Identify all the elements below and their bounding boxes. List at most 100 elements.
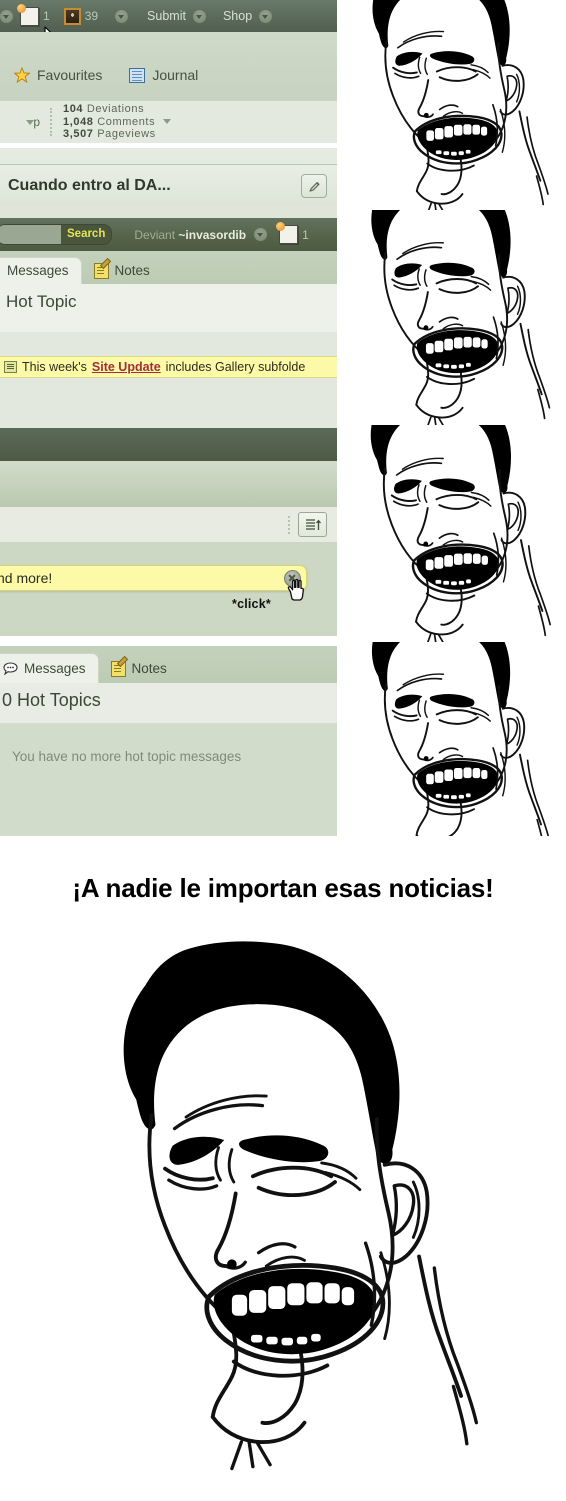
face-panel-column — [337, 0, 566, 836]
face-panel-1 — [337, 0, 566, 211]
search-box[interactable]: Search — [0, 224, 113, 245]
stat-deviations-label: Deviations — [86, 103, 145, 116]
tab-messages-bottom[interactable]: Messages — [0, 653, 99, 683]
chevron-down-icon-left[interactable] — [0, 9, 13, 23]
notes-count: 1 — [43, 9, 50, 23]
news-icon — [4, 361, 17, 373]
meme-image: 1 39 Submit Shop *click* — [0, 0, 566, 1501]
site-update-banner-strip: This week's Site Update includes Gallery… — [0, 356, 337, 378]
deviant-menu[interactable]: Deviant ~invasordib — [134, 228, 246, 242]
profile-stats-strip: p 104 Deviations 1,048 Comments 3,507 Pa… — [0, 100, 337, 148]
stat-comments: 1,048 Comments — [63, 116, 171, 129]
more-banner[interactable]: nd more! — [0, 565, 307, 591]
profile-nav: Favourites Journal — [0, 58, 337, 92]
chevron-down-icon-comments[interactable] — [162, 119, 171, 125]
nav-favourites-label: Favourites — [37, 67, 103, 83]
notes-count-2: 1 — [302, 227, 309, 242]
face-panel-3 — [337, 425, 566, 643]
stat-comments-label: Comments — [97, 115, 156, 128]
messages-count: 39 — [84, 9, 99, 23]
light-band-strip — [0, 461, 337, 507]
chevron-down-icon-shop[interactable] — [259, 9, 273, 23]
caption-text: ¡A nadie le importan esas noticias! — [72, 872, 494, 903]
messages-indicator[interactable]: 39 — [57, 7, 105, 25]
tab-messages-top-label: Messages — [7, 263, 69, 278]
star-icon — [14, 67, 30, 83]
empty-messages-text: You have no more hot topic messages — [12, 749, 242, 764]
note-icon — [17, 3, 39, 26]
stat-pageviews-value: 3,507 — [63, 128, 94, 141]
deviantart-screenshot-column: 1 39 Submit Shop *click* — [0, 0, 337, 836]
empty-messages-strip: You have no more hot topic messages — [0, 723, 337, 836]
journal-title-strip: Cuando entro al DA... — [0, 164, 337, 206]
messages-body-strip: nd more! — [0, 542, 337, 636]
edit-journal-button[interactable] — [301, 174, 327, 198]
site-update-link[interactable]: Site Update — [92, 360, 161, 374]
stat-comments-value: 1,048 — [63, 115, 94, 128]
hot-topics-count-strip: 0 Hot Topics — [0, 683, 337, 723]
note-icon-2 — [276, 222, 299, 244]
search-input[interactable] — [0, 225, 61, 244]
stat-deviations-value: 104 — [63, 103, 84, 116]
stat-deviations: 104 Deviations — [63, 103, 171, 116]
hot-topic-heading-strip: Hot Topic — [0, 284, 337, 332]
spacer-below-journal — [0, 206, 337, 218]
click-annotation-mid: *click* — [232, 597, 271, 611]
tab-notes-top[interactable]: Notes — [82, 258, 162, 284]
nav-journal-label: Journal — [152, 67, 199, 83]
deviant-name: ~invasordib — [178, 227, 247, 242]
group-label: p — [33, 115, 40, 129]
face-panel-2 — [337, 210, 566, 426]
dark-band-strip — [0, 428, 337, 461]
nav-journal[interactable]: Journal — [129, 67, 205, 83]
banner-suffix: includes Gallery subfolde — [165, 360, 306, 374]
deviation-thumb-icon — [63, 7, 81, 25]
close-icon[interactable] — [284, 569, 301, 587]
stat-pageviews: 3,507 Pageviews — [63, 128, 171, 141]
toolbar-divider — [288, 515, 290, 534]
spacer-above-journal — [0, 148, 337, 164]
nav-favourites[interactable]: Favourites — [14, 67, 109, 83]
hot-topic-spacer — [0, 332, 337, 356]
chevron-down-icon-group[interactable] — [26, 119, 34, 125]
messagecenter-tabs-strip-top: Messages Notes — [0, 251, 337, 284]
da-global-header: 1 39 Submit Shop — [0, 0, 337, 32]
deviant-prefix: Deviant — [134, 227, 179, 242]
tab-notes-bottom[interactable]: Notes — [99, 654, 179, 683]
big-face-panel — [0, 928, 566, 1501]
chevron-down-icon-submit[interactable] — [192, 9, 206, 23]
messagecenter-search-strip: Search Deviant ~invasordib 1 — [0, 218, 337, 251]
hot-topic-filler — [0, 378, 337, 428]
hot-topics-count-heading: 0 Hot Topics — [2, 690, 101, 710]
tab-notes-top-label: Notes — [114, 263, 150, 278]
site-update-banner[interactable]: This week's Site Update includes Gallery… — [0, 356, 337, 378]
face-panel-4 — [337, 642, 566, 836]
sort-button[interactable] — [298, 512, 327, 537]
gap-strip — [0, 636, 337, 646]
notes-icon-bottom — [110, 660, 126, 677]
speech-bubble-icon — [3, 662, 18, 675]
tab-notes-bottom-label: Notes — [131, 661, 167, 676]
profile-nav-strip: Favourites Journal — [0, 32, 337, 100]
sort-lines-icon — [305, 518, 321, 530]
more-banner-wrap: nd more! — [0, 565, 307, 591]
journal-title: Cuando entro al DA... — [8, 177, 171, 194]
notes-indicator-2[interactable]: 1 — [275, 222, 316, 244]
tab-messages-top[interactable]: Messages — [0, 257, 82, 284]
journal-icon — [129, 67, 146, 83]
shop-menu[interactable]: Shop — [216, 9, 259, 23]
chevron-down-icon-deviant[interactable] — [254, 228, 268, 241]
toolbar-strip — [0, 507, 337, 542]
submit-menu[interactable]: Submit — [140, 9, 193, 23]
hot-topic-heading: Hot Topic — [6, 292, 77, 311]
pencil-icon — [308, 181, 319, 192]
notes-indicator[interactable]: 1 — [13, 3, 57, 26]
notes-icon-top — [93, 263, 109, 279]
messagecenter-tabs-strip-bottom: Messages Notes — [0, 646, 337, 683]
search-button[interactable]: Search — [61, 225, 112, 244]
caption-bar: ¡A nadie le importan esas noticias! — [0, 836, 566, 940]
chevron-down-icon-messages[interactable] — [115, 9, 129, 23]
more-banner-text: nd more! — [0, 570, 53, 586]
stat-pageviews-label: Pageviews — [97, 128, 156, 141]
banner-prefix: This week's — [22, 360, 87, 374]
